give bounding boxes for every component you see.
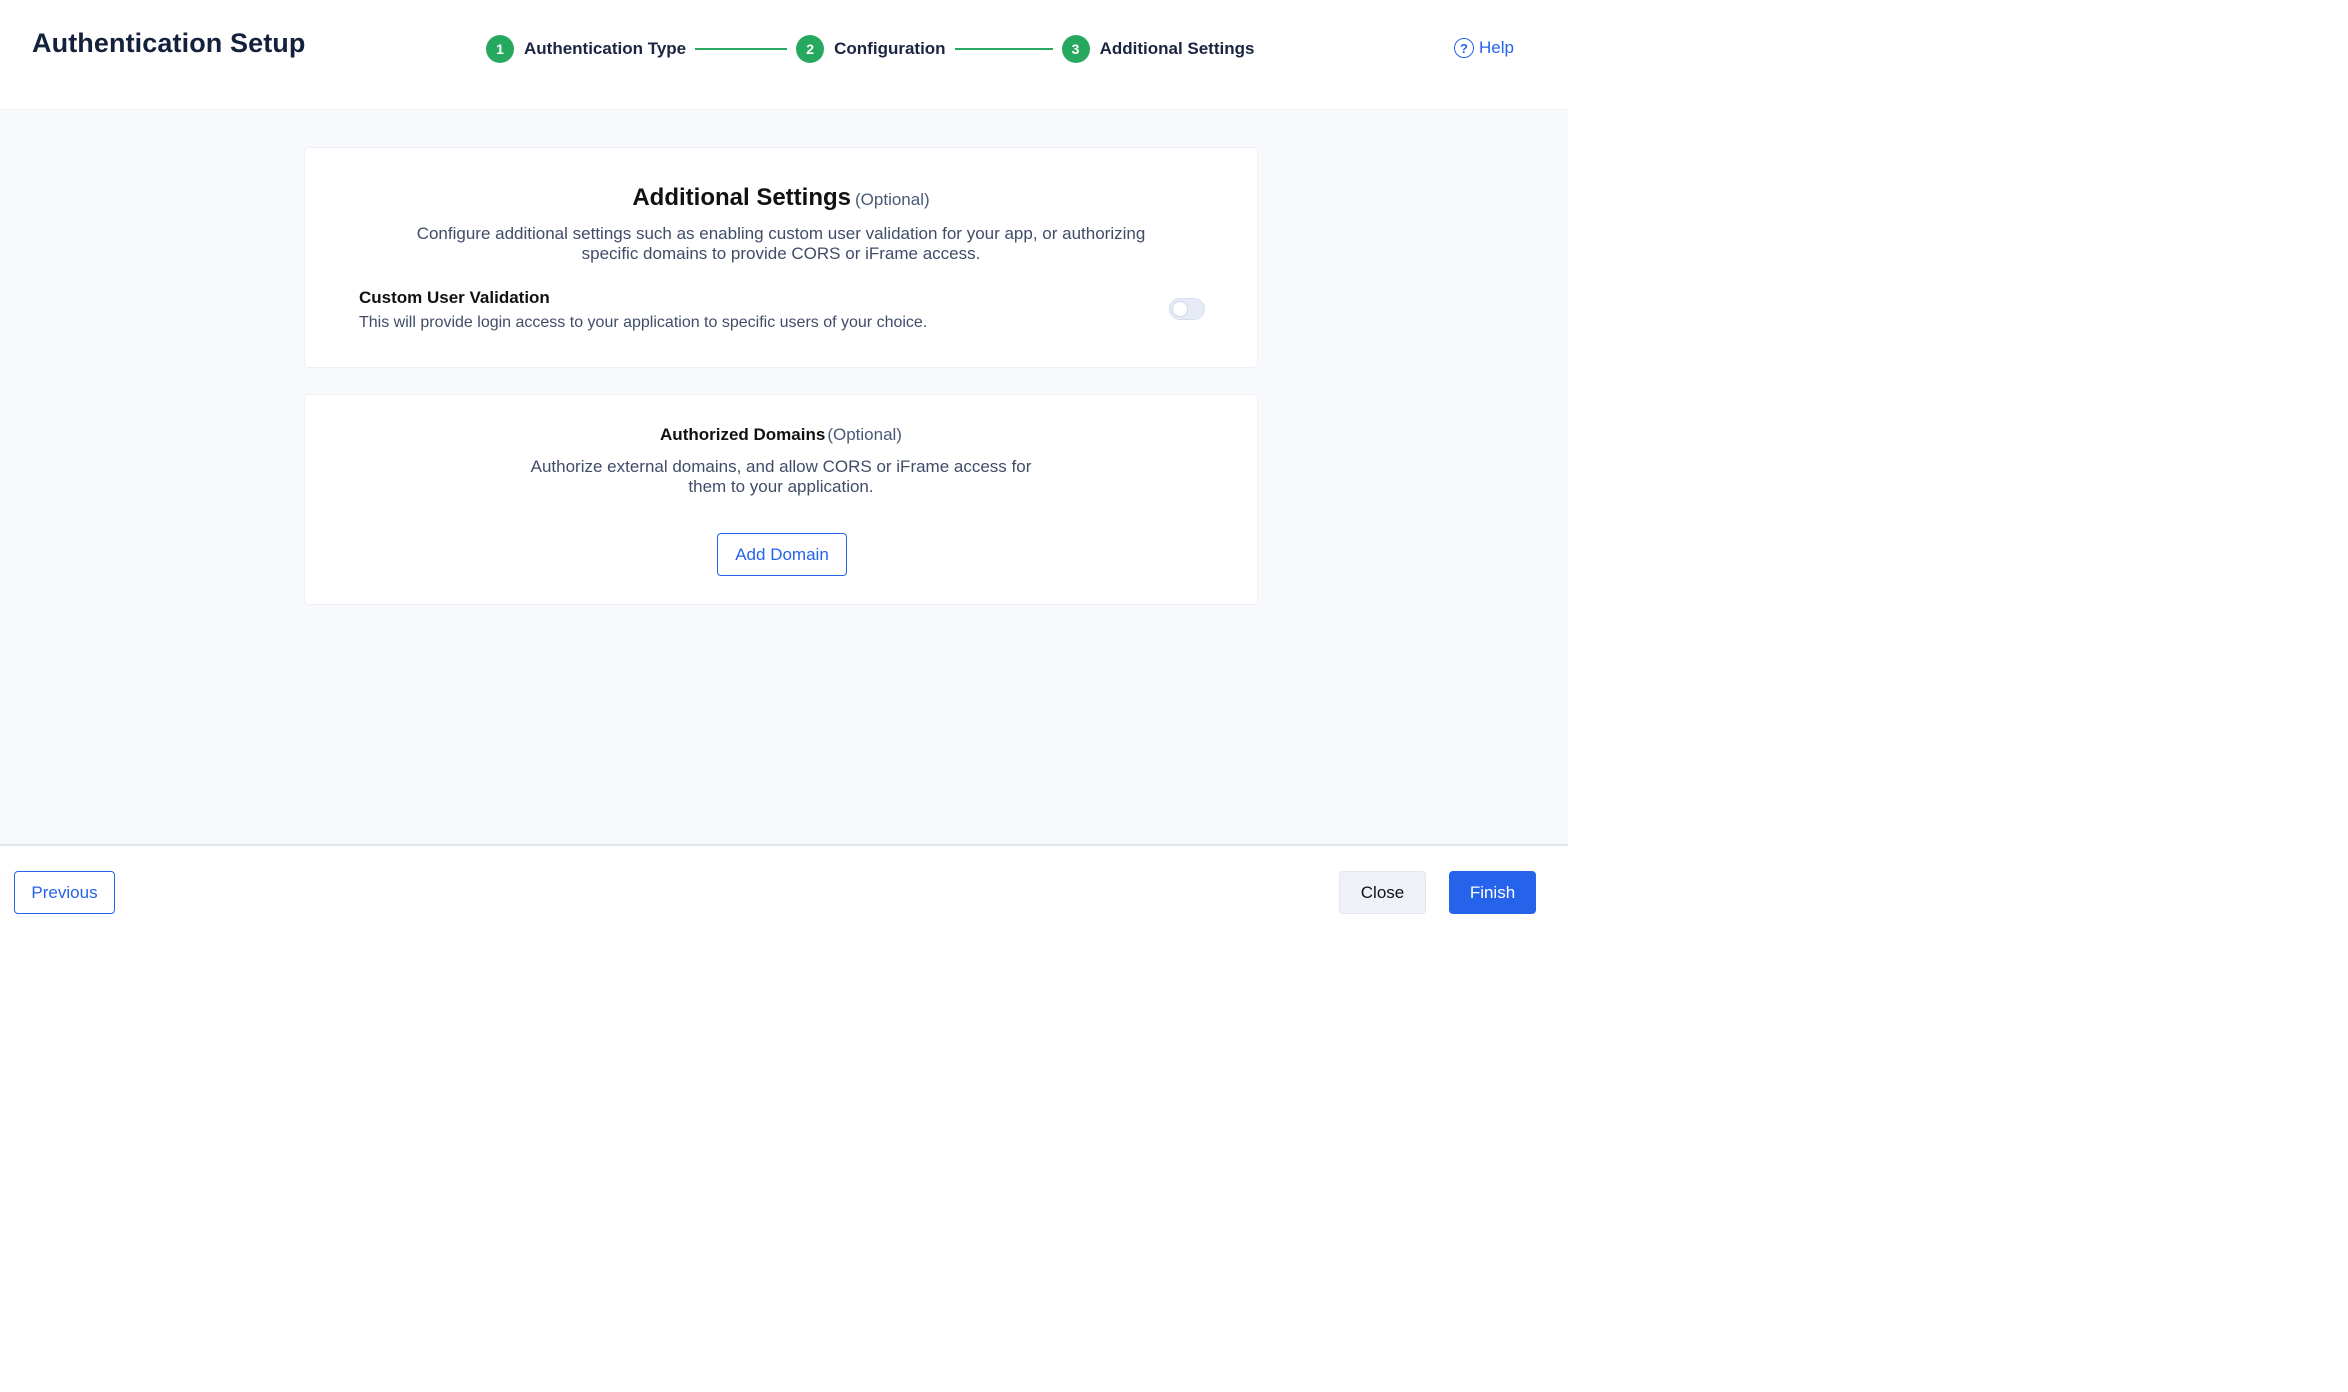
close-button[interactable]: Close — [1339, 871, 1426, 914]
question-circle-icon: ? — [1454, 38, 1474, 58]
authorized-domains-heading: Authorized Domains (Optional) — [305, 425, 1257, 445]
step-additional-settings[interactable]: 3 Additional Settings — [1061, 35, 1255, 63]
page-title: Authentication Setup — [32, 28, 306, 58]
help-label: Help — [1479, 38, 1514, 57]
footer: Previous Close Finish — [0, 844, 1568, 928]
additional-settings-card: Additional Settings (Optional) Configure … — [304, 147, 1258, 368]
step-authentication-type[interactable]: 1 Authentication Type — [486, 35, 686, 63]
section-description: Configure additional settings such as en… — [416, 224, 1146, 263]
optional-label: (Optional) — [827, 425, 902, 444]
step-label: Configuration — [834, 39, 946, 58]
finish-button[interactable]: Finish — [1449, 871, 1536, 914]
main-content: Additional Settings (Optional) Configure … — [0, 110, 1568, 844]
add-domain-button[interactable]: Add Domain — [717, 533, 847, 576]
custom-user-validation-description: This will provide login access to your a… — [359, 314, 928, 331]
section-title: Authorized Domains — [660, 425, 826, 444]
step-number: 3 — [1061, 35, 1090, 63]
previous-button[interactable]: Previous — [14, 871, 115, 914]
step-number: 1 — [486, 35, 514, 63]
stepper: 1 Authentication Type 2 Configuration 3 … — [486, 34, 1254, 64]
authorized-domains-card: Authorized Domains (Optional) Authorize e… — [304, 394, 1258, 605]
header: Authentication Setup 1 Authentication Ty… — [0, 0, 1568, 110]
section-title: Additional Settings — [632, 184, 852, 211]
step-configuration[interactable]: 2 Configuration — [796, 35, 946, 63]
toggle-knob — [1173, 302, 1187, 316]
section-description: Authorize external domains, and allow CO… — [530, 457, 1032, 496]
step-connector — [954, 48, 1053, 50]
step-label: Authentication Type — [524, 39, 687, 58]
step-number: 2 — [796, 35, 825, 63]
help-link[interactable]: ? Help — [1454, 38, 1514, 58]
optional-label: (Optional) — [855, 190, 930, 209]
additional-settings-heading: Additional Settings (Optional) — [305, 184, 1257, 212]
step-label: Additional Settings — [1099, 39, 1255, 58]
step-connector — [695, 48, 788, 50]
custom-user-validation-toggle[interactable] — [1169, 298, 1205, 320]
custom-user-validation-title: Custom User Validation — [359, 288, 550, 307]
